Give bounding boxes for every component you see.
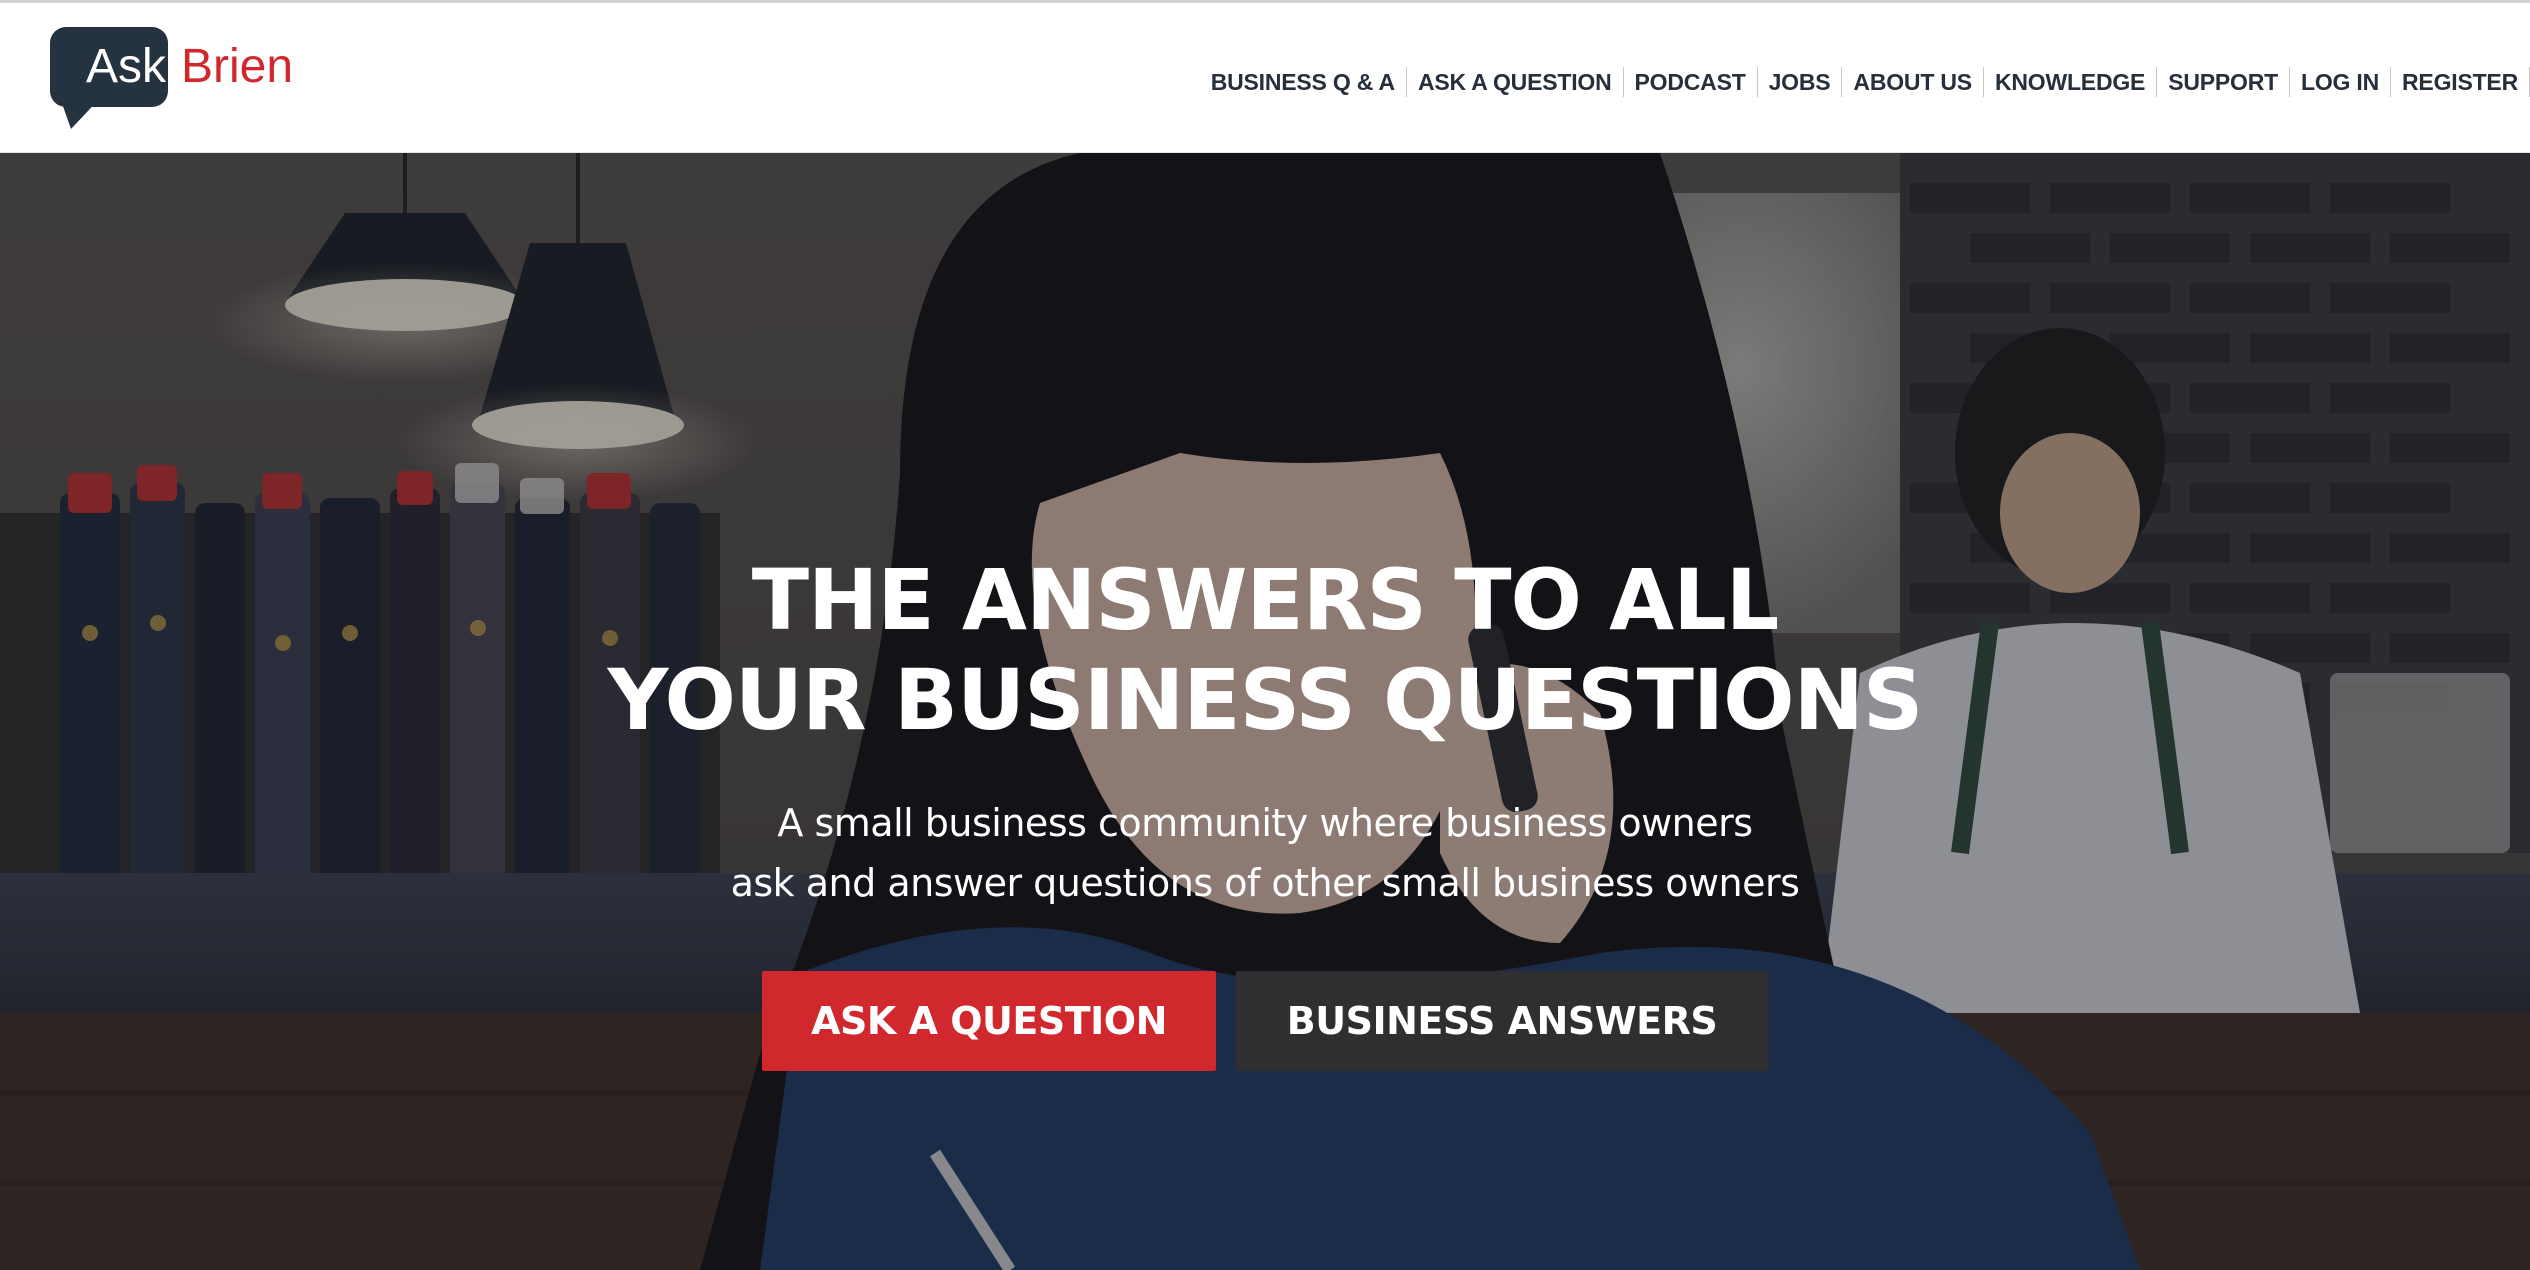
hero-section: THE ANSWERS TO ALL YOUR BUSINESS QUESTIO… (0, 153, 2530, 1270)
logo-text-ask: Ask (86, 40, 167, 93)
main-nav: BUSINESS Q & A ASK A QUESTION PODCAST JO… (1200, 67, 2530, 97)
nav-about-us[interactable]: ABOUT US (1842, 67, 1984, 97)
site-header: Ask Brien BUSINESS Q & A ASK A QUESTION … (0, 0, 2530, 153)
nav-business-qa[interactable]: BUSINESS Q & A (1200, 67, 1407, 97)
nav-log-in[interactable]: LOG IN (2290, 67, 2392, 97)
subhead-line-2: ask and answer questions of other small … (730, 861, 1800, 905)
page: Ask Brien BUSINESS Q & A ASK A QUESTION … (0, 0, 2530, 1270)
speech-bubble-tail (53, 95, 103, 129)
ask-a-question-button[interactable]: ASK A QUESTION (762, 971, 1216, 1071)
headline-line-2: YOUR BUSINESS QUESTIONS (607, 651, 1924, 749)
nav-register[interactable]: REGISTER (2391, 67, 2530, 97)
subhead-line-1: A small business community where busines… (777, 801, 1753, 845)
nav-podcast[interactable]: PODCAST (1624, 67, 1758, 97)
nav-knowledge[interactable]: KNOWLEDGE (1984, 67, 2158, 97)
headline-line-1: THE ANSWERS TO ALL (751, 551, 1780, 649)
business-answers-button[interactable]: BUSINESS ANSWERS (1236, 971, 1768, 1071)
nav-jobs[interactable]: JOBS (1758, 67, 1843, 97)
logo-text-brien: Brien (181, 40, 294, 93)
hero-subheading: A small business community where busines… (0, 793, 2530, 913)
askbrien-logo[interactable]: Ask Brien (50, 27, 310, 131)
nav-ask-a-question[interactable]: ASK A QUESTION (1407, 67, 1624, 97)
hero-headline: THE ANSWERS TO ALL YOUR BUSINESS QUESTIO… (0, 550, 2530, 750)
nav-support[interactable]: SUPPORT (2157, 67, 2290, 97)
